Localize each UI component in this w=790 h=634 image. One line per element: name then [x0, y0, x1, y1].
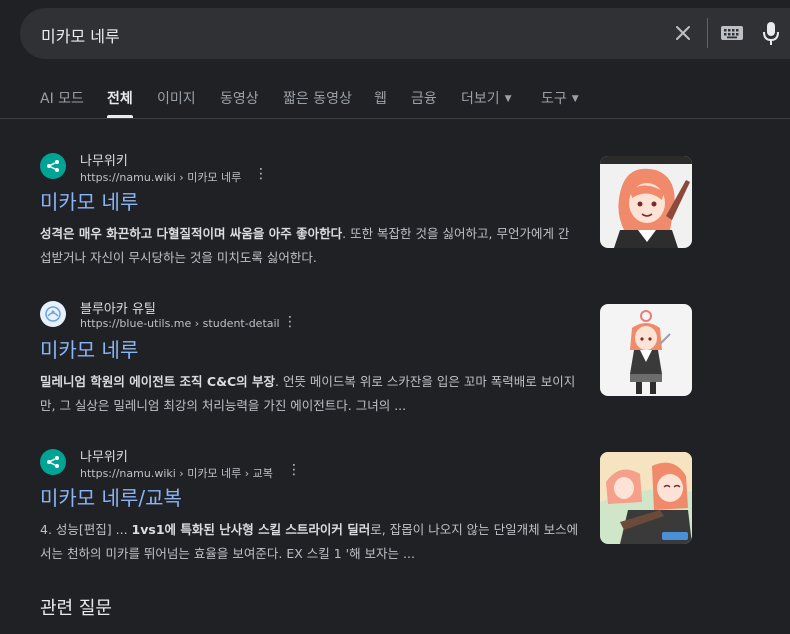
tab-web[interactable]: 웹 [374, 88, 387, 108]
result-thumbnail-image[interactable] [600, 156, 692, 248]
result-snippet: 4. 성능[편집] ... 1vs1에 특화된 난사형 스킬 스트라이커 딜러로… [40, 518, 580, 566]
tab-short-videos[interactable]: 짧은 동영상 [283, 88, 352, 108]
blue-utils-favicon-icon [40, 301, 66, 327]
snippet-highlight: 성격은 매우 화끈하고 다혈질적이며 싸움을 아주 좋아한다 [40, 226, 343, 241]
search-input[interactable]: 미카모 네루 [41, 23, 120, 47]
tab-tools[interactable]: 도구 ▼ [541, 88, 579, 108]
result-url[interactable]: https://namu.wiki › 미카모 네루 [80, 169, 241, 185]
search-result: 나무위키 https://namu.wiki › 미카모 네루 › 교복 ⋮ 미… [40, 446, 600, 566]
result-thumbnail-image[interactable] [600, 452, 692, 544]
namu-wiki-favicon-icon [40, 153, 66, 179]
result-title[interactable]: 미카모 네루 [40, 186, 138, 215]
tab-videos[interactable]: 동영상 [220, 88, 259, 108]
chevron-down-icon: ▼ [504, 94, 512, 104]
snippet-highlight: 밀레니엄 학원의 에이전트 조직 C&C의 부장 [40, 374, 276, 389]
more-options-icon[interactable]: ⋮ [287, 462, 301, 478]
search-result: 나무위키 https://namu.wiki › 미카모 네루 ⋮ 미카모 네루… [40, 150, 600, 270]
search-divider [707, 18, 708, 48]
result-site-name: 나무위키 [80, 450, 128, 465]
related-questions-heading: 관련 질문 [40, 598, 112, 619]
search-result: 블루아카 유틸 https://blue-utils.me › student-… [40, 298, 600, 418]
result-snippet: 성격은 매우 화끈하고 다혈질적이며 싸움을 아주 좋아한다. 또한 복잡한 것… [40, 222, 580, 270]
result-title[interactable]: 미카모 네루 [40, 334, 138, 363]
tab-more-label: 더보기 [461, 91, 500, 107]
result-url[interactable]: https://blue-utils.me › student-detail [80, 317, 280, 330]
search-bar[interactable]: 미카모 네루 [20, 8, 790, 59]
result-thumbnail-image[interactable] [600, 304, 692, 396]
result-site-name: 나무위키 [80, 154, 128, 169]
chevron-down-icon: ▼ [571, 94, 579, 104]
tab-tools-label: 도구 [541, 91, 567, 107]
clear-icon[interactable] [672, 22, 694, 44]
result-snippet: 밀레니엄 학원의 에이전트 조직 C&C의 부장. 언뜻 메이드복 위로 스카잔… [40, 370, 580, 418]
keyboard-icon[interactable] [720, 23, 744, 43]
tabs-divider [0, 118, 790, 119]
microphone-icon[interactable] [762, 20, 780, 46]
tab-ai-mode[interactable]: AI 모드 [40, 88, 84, 108]
more-options-icon[interactable]: ⋮ [254, 166, 268, 182]
result-title[interactable]: 미카모 네루/교복 [40, 482, 182, 511]
more-options-icon[interactable]: ⋮ [283, 314, 297, 330]
tab-images[interactable]: 이미지 [157, 88, 196, 108]
tab-more[interactable]: 더보기 ▼ [461, 88, 512, 108]
result-site-name: 블루아카 유틸 [80, 302, 156, 317]
namu-wiki-favicon-icon [40, 449, 66, 475]
tab-finance[interactable]: 금융 [411, 88, 437, 108]
snippet-highlight: 1vs1에 특화된 난사형 스킬 스트라이커 딜러 [131, 522, 371, 537]
snippet-prefix: 4. 성능[편집] ... [40, 522, 132, 537]
tab-all[interactable]: 전체 [107, 88, 133, 108]
result-url[interactable]: https://namu.wiki › 미카모 네루 › 교복 [80, 465, 273, 481]
